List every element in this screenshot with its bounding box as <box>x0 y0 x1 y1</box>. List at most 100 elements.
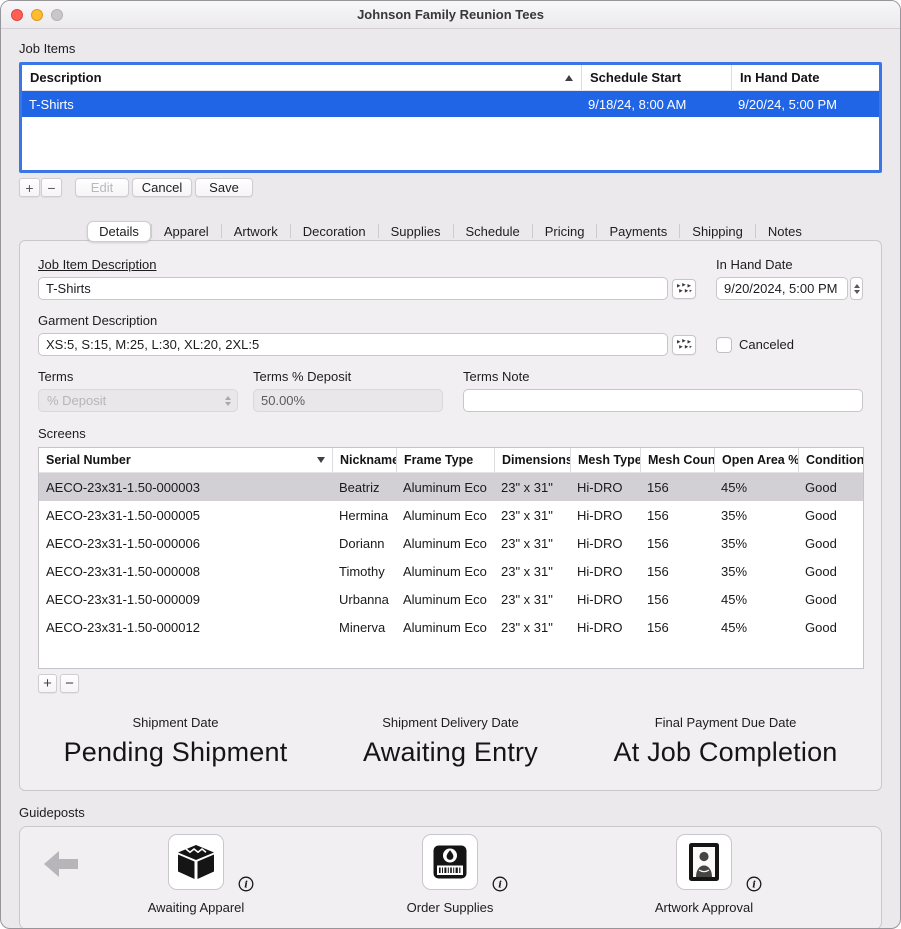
column-header-mesh-type[interactable]: Mesh Type <box>570 448 640 472</box>
svg-text:i: i <box>752 880 756 891</box>
terms-deposit-label: Terms % Deposit <box>253 369 463 384</box>
screen-row[interactable]: AECO-23x31-1.50-000003 Beatriz Aluminum … <box>39 473 863 501</box>
remove-screen-button[interactable]: − <box>60 674 79 693</box>
autofill-icon[interactable] <box>672 279 696 299</box>
sort-ascending-icon <box>565 75 573 81</box>
job-items-label: Job Items <box>19 41 882 56</box>
tab-supplies[interactable]: Supplies <box>379 221 453 242</box>
guidepost-awaiting-apparel[interactable]: i Awaiting Apparel <box>121 834 271 915</box>
add-screen-button[interactable]: + <box>38 674 57 693</box>
terms-dropdown[interactable]: % Deposit <box>38 389 238 412</box>
guideposts-box: i Awaiting Apparel <box>19 826 882 929</box>
back-arrow-button[interactable] <box>42 849 80 879</box>
terms-label: Terms <box>38 369 253 384</box>
info-icon[interactable]: i <box>492 876 508 892</box>
shipment-date-label: Shipment Date <box>38 715 313 730</box>
column-header-nickname[interactable]: Nickname <box>332 448 396 472</box>
final-payment-due-date-value: At Job Completion <box>588 737 863 768</box>
screen-row[interactable]: AECO-23x31-1.50-000006 Doriann Aluminum … <box>39 529 863 557</box>
terms-note-field[interactable] <box>463 389 863 412</box>
tab-shipping[interactable]: Shipping <box>680 221 755 242</box>
terms-note-label: Terms Note <box>463 369 529 384</box>
zoom-window-icon[interactable] <box>51 9 63 21</box>
tab-details[interactable]: Details <box>87 221 151 242</box>
column-header-open-area[interactable]: Open Area % <box>714 448 798 472</box>
info-icon[interactable]: i <box>238 876 254 892</box>
svg-text:i: i <box>244 880 248 891</box>
stepper-up-icon <box>854 284 860 288</box>
window-title: Johnson Family Reunion Tees <box>357 7 544 22</box>
cancel-button[interactable]: Cancel <box>132 178 192 197</box>
column-header-schedule-start[interactable]: Schedule Start <box>581 65 731 90</box>
canceled-label: Canceled <box>739 337 794 352</box>
title-bar: Johnson Family Reunion Tees <box>1 1 900 29</box>
supplies-box-icon <box>432 844 468 880</box>
screen-row[interactable]: AECO-23x31-1.50-000005 Hermina Aluminum … <box>39 501 863 529</box>
job-items-header: Description Schedule Start In Hand Date <box>22 65 879 91</box>
terms-deposit-field[interactable]: 50.00% <box>253 389 443 412</box>
edit-button[interactable]: Edit <box>75 178 129 197</box>
autofill-icon[interactable] <box>672 335 696 355</box>
tab-notes[interactable]: Notes <box>756 221 814 242</box>
svg-text:i: i <box>498 880 502 891</box>
canceled-checkbox[interactable] <box>716 337 732 353</box>
in-hand-date-field[interactable]: 9/20/2024, 5:00 PM <box>716 277 848 300</box>
screen-row[interactable]: AECO-23x31-1.50-000009 Urbanna Aluminum … <box>39 585 863 613</box>
save-button[interactable]: Save <box>195 178 253 197</box>
details-panel: Job Item Description In Hand Date T-Shir… <box>19 240 882 791</box>
guidepost-artwork-approval[interactable]: i Artwork Approval <box>629 834 779 915</box>
screens-table: Serial Number Nickname Frame Type Dimens… <box>38 447 864 669</box>
tab-artwork[interactable]: Artwork <box>222 221 290 242</box>
screen-row[interactable]: AECO-23x31-1.50-000008 Timothy Aluminum … <box>39 557 863 585</box>
shipment-date-value: Pending Shipment <box>38 737 313 768</box>
package-icon <box>176 844 216 880</box>
info-icon[interactable]: i <box>746 876 762 892</box>
framed-portrait-icon <box>688 842 720 882</box>
column-header-dimensions[interactable]: Dimensions <box>494 448 570 472</box>
date-stepper[interactable] <box>850 277 863 300</box>
tab-decoration[interactable]: Decoration <box>291 221 378 242</box>
tab-schedule[interactable]: Schedule <box>454 221 532 242</box>
app-window: Johnson Family Reunion Tees Job Items De… <box>0 0 901 929</box>
window-controls <box>11 9 63 21</box>
job-item-description-label[interactable]: Job Item Description <box>38 257 157 272</box>
shipment-delivery-date-block: Shipment Delivery Date Awaiting Entry <box>313 715 588 768</box>
job-item-schedule-start-cell: 9/18/24, 8:00 AM <box>581 91 731 117</box>
tab-bar: Details Apparel Artwork Decoration Suppl… <box>19 219 882 243</box>
final-payment-due-date-label: Final Payment Due Date <box>588 715 863 730</box>
guidepost-label: Order Supplies <box>375 900 525 915</box>
tab-payments[interactable]: Payments <box>597 221 679 242</box>
column-header-serial-number[interactable]: Serial Number <box>39 448 332 472</box>
screens-label: Screens <box>38 426 863 441</box>
guidepost-icon-button[interactable]: i <box>676 834 732 890</box>
tab-pricing[interactable]: Pricing <box>533 221 597 242</box>
guidepost-order-supplies[interactable]: i Order Supplies <box>375 834 525 915</box>
shipment-delivery-date-label: Shipment Delivery Date <box>313 715 588 730</box>
screen-row[interactable]: AECO-23x31-1.50-000012 Minerva Aluminum … <box>39 613 863 641</box>
add-job-item-button[interactable]: + <box>19 178 40 197</box>
job-item-in-hand-date-cell: 9/20/24, 5:00 PM <box>731 91 879 117</box>
job-item-description-cell: T-Shirts <box>22 91 581 117</box>
column-header-mesh-count[interactable]: Mesh Count <box>640 448 714 472</box>
minimize-window-icon[interactable] <box>31 9 43 21</box>
dropdown-chevrons-icon <box>225 396 231 406</box>
column-header-description[interactable]: Description <box>22 65 581 90</box>
column-header-frame-type[interactable]: Frame Type <box>396 448 494 472</box>
guidepost-icon-button[interactable]: i <box>168 834 224 890</box>
sort-descending-icon <box>317 457 325 463</box>
guidepost-icon-button[interactable]: i <box>422 834 478 890</box>
garment-description-field[interactable]: XS:5, S:15, M:25, L:30, XL:20, 2XL:5 <box>38 333 668 356</box>
shipment-delivery-date-value: Awaiting Entry <box>313 737 588 768</box>
column-header-condition[interactable]: Condition <box>798 448 863 472</box>
job-items-empty-area <box>22 117 879 170</box>
close-window-icon[interactable] <box>11 9 23 21</box>
tab-apparel[interactable]: Apparel <box>152 221 221 242</box>
screens-header: Serial Number Nickname Frame Type Dimens… <box>39 448 863 473</box>
column-header-in-hand-date[interactable]: In Hand Date <box>731 65 879 90</box>
shipment-date-block: Shipment Date Pending Shipment <box>38 715 313 768</box>
remove-job-item-button[interactable]: − <box>41 178 62 197</box>
guidepost-label: Awaiting Apparel <box>121 900 271 915</box>
job-item-row-selected[interactable]: T-Shirts 9/18/24, 8:00 AM 9/20/24, 5:00 … <box>22 91 879 117</box>
job-item-description-field[interactable]: T-Shirts <box>38 277 668 300</box>
stepper-down-icon <box>854 290 860 294</box>
